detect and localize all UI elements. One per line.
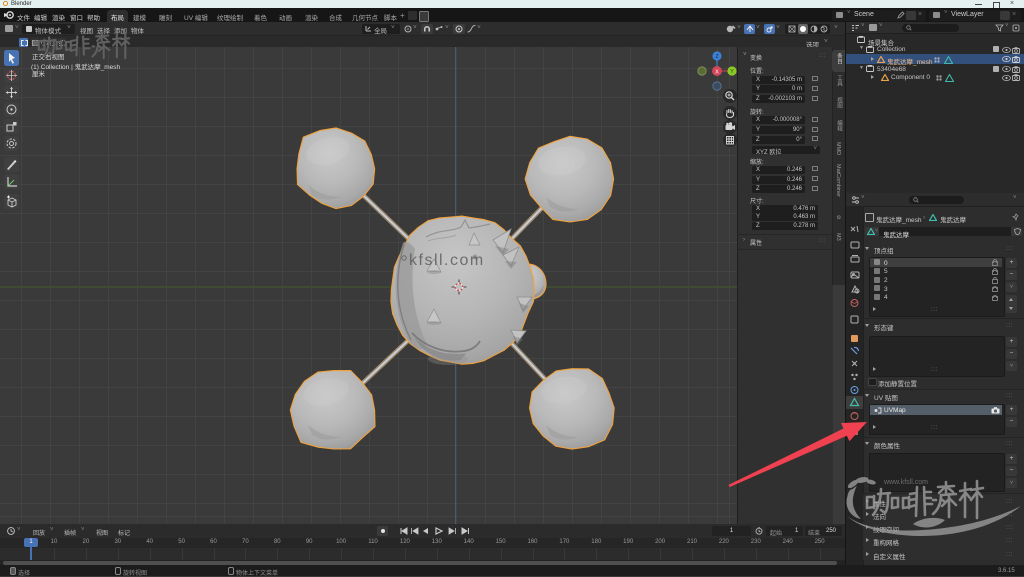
- svg-text:Y: Y: [730, 69, 734, 75]
- svg-text:kfsll.com: kfsll.com: [409, 252, 485, 269]
- svg-text:www.kfsll.com: www.kfsll.com: [883, 479, 928, 486]
- svg-text:X: X: [715, 69, 719, 75]
